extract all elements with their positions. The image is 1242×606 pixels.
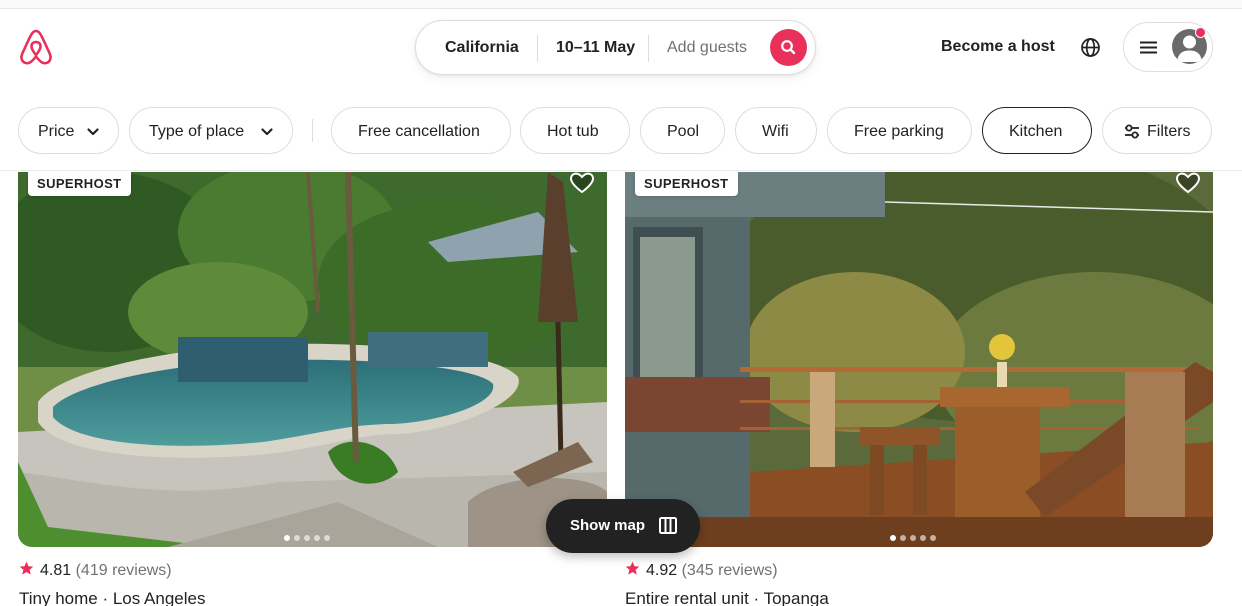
filter-label: Type of place (149, 123, 245, 140)
rating-value: 4.81 (40, 562, 72, 579)
listing-rating: 4.92 (345 reviews) (625, 561, 778, 580)
search-icon (781, 40, 796, 55)
filter-label: Filters (1147, 123, 1191, 140)
heart-icon[interactable] (569, 172, 595, 194)
notification-dot (1195, 27, 1206, 38)
listing-title[interactable]: Tiny home · Los Angeles (19, 589, 205, 606)
heart-icon[interactable] (1175, 172, 1201, 194)
listing-rating: 4.81 (419 reviews) (19, 561, 172, 580)
search-guests[interactable]: Add guests (667, 39, 747, 57)
star-icon (625, 561, 640, 575)
listing-image-pool (18, 172, 607, 547)
search-bar[interactable]: California 10–11 May Add guests (415, 20, 816, 75)
listing-photo[interactable]: SUPERHOST (18, 172, 607, 547)
header-divider (0, 170, 1242, 171)
star-icon (19, 561, 34, 575)
filter-label: Free cancellation (358, 123, 480, 140)
filter-label: Price (38, 123, 75, 140)
filter-label: Hot tub (547, 123, 599, 140)
filter-label: Wifi (762, 123, 789, 140)
filters-button[interactable]: Filters (1102, 107, 1212, 154)
filter-hot-tub[interactable]: Hot tub (520, 107, 630, 154)
listing-image-deck (625, 172, 1213, 547)
filter-label: Free parking (854, 123, 944, 140)
search-button[interactable] (770, 29, 807, 66)
search-divider (537, 35, 538, 62)
superhost-badge: SUPERHOST (28, 172, 131, 196)
map-icon (659, 517, 677, 534)
carousel-dots (888, 528, 938, 541)
rating-value: 4.92 (646, 562, 678, 579)
search-dates[interactable]: 10–11 May (556, 39, 635, 57)
show-map-button[interactable]: Show map (546, 499, 700, 553)
globe-icon[interactable] (1080, 37, 1101, 58)
become-host-link[interactable]: Become a host (941, 38, 1055, 56)
airbnb-logo-icon[interactable] (18, 28, 54, 66)
search-location[interactable]: California (445, 39, 519, 57)
listing-title[interactable]: Entire rental unit · Topanga (625, 589, 829, 606)
search-divider (648, 35, 649, 62)
filter-free-parking[interactable]: Free parking (827, 107, 972, 154)
filter-price[interactable]: Price (18, 107, 119, 154)
filter-kitchen[interactable]: Kitchen (982, 107, 1092, 154)
show-map-label: Show map (570, 517, 646, 534)
profile-menu-button[interactable] (1123, 22, 1213, 72)
review-count: (345 reviews) (681, 562, 778, 579)
listing-photo[interactable]: SUPERHOST (625, 172, 1213, 547)
filter-pool[interactable]: Pool (640, 107, 725, 154)
filter-label: Pool (667, 123, 700, 140)
filter-separator (312, 119, 313, 142)
chevron-down-icon (87, 128, 99, 136)
review-count: (419 reviews) (75, 562, 172, 579)
hamburger-menu-icon (1140, 41, 1157, 54)
sliders-icon (1125, 124, 1139, 139)
filter-type-of-place[interactable]: Type of place (129, 107, 293, 154)
filter-free-cancellation[interactable]: Free cancellation (331, 107, 511, 154)
carousel-dots (282, 528, 332, 541)
filter-label: Kitchen (1009, 123, 1063, 140)
browser-top-strip (0, 0, 1242, 9)
filter-wifi[interactable]: Wifi (735, 107, 817, 154)
chevron-down-icon (261, 128, 273, 136)
superhost-badge: SUPERHOST (635, 172, 738, 196)
